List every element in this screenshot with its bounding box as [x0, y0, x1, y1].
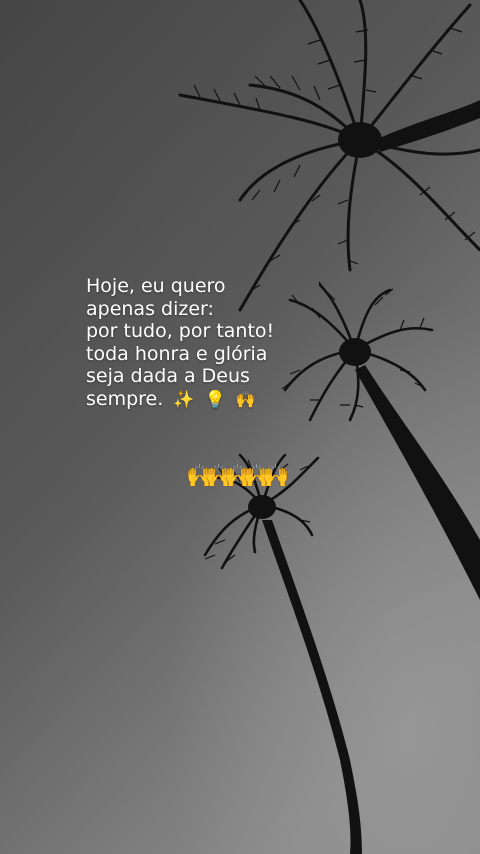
caption-line: sempre. [86, 387, 164, 410]
raised-hands-emoji-row: 🙌🙌🙌🙌🙌 [186, 464, 290, 489]
sparkles-icon: ✨ [173, 389, 195, 410]
raised-hands-icon: 🙌 [205, 464, 233, 489]
raised-hands-icon: 🙌 [224, 464, 252, 489]
caption-line: toda honra e glória [86, 342, 268, 365]
light-bulb-icon: 💡 [204, 389, 226, 410]
caption-line: apenas dizer: [86, 297, 214, 320]
caption-line: Hoje, eu quero [86, 275, 226, 297]
palm-tree-background-photo [0, 0, 480, 854]
raised-hands-icon: 🙌 [186, 464, 214, 489]
caption-line: por tudo, por tanto! [86, 320, 275, 342]
caption-text: Hoje, eu quero apenas dizer: por tudo, p… [86, 275, 346, 411]
caption-line: seja dada a Deus [86, 365, 250, 387]
raised-hands-icon: 🙌 [262, 464, 290, 489]
raised-hands-icon: 🙌 [243, 464, 271, 489]
caption-last-line: sempre. ✨ 💡 🙌 [86, 388, 346, 412]
raised-hands-icon: 🙌 [235, 389, 256, 409]
